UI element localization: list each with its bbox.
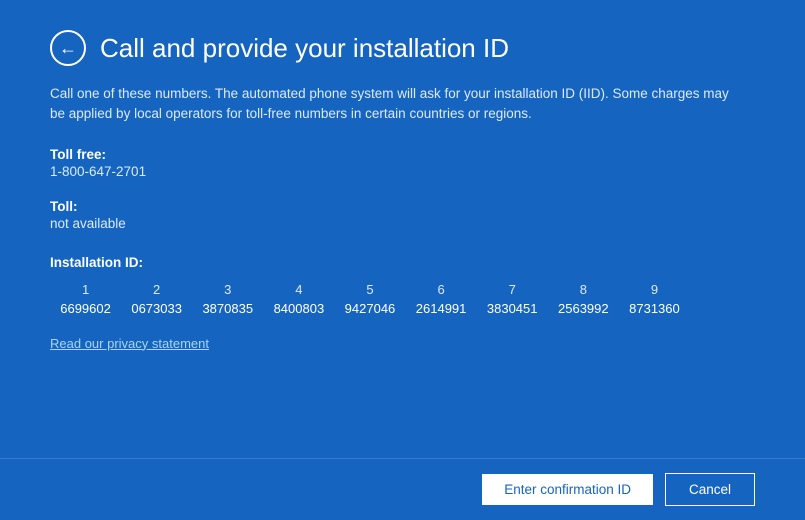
id-column-number: 8	[548, 280, 619, 299]
enter-confirmation-button[interactable]: Enter confirmation ID	[482, 474, 653, 505]
id-column-value: 9427046	[334, 299, 405, 318]
id-column-value: 2563992	[548, 299, 619, 318]
installation-id-values-grid: 6699602067303338708358400803942704626149…	[50, 299, 690, 318]
cancel-button[interactable]: Cancel	[665, 473, 755, 506]
privacy-link[interactable]: Read our privacy statement	[50, 336, 755, 351]
toll-value: not available	[50, 216, 755, 231]
toll-free-section: Toll free: 1-800-647-2701	[50, 147, 755, 189]
id-column-number: 5	[334, 280, 405, 299]
id-column-value: 8400803	[263, 299, 334, 318]
installation-id-label: Installation ID:	[50, 255, 755, 270]
main-container: ← Call and provide your installation ID …	[0, 0, 805, 458]
id-column-value: 6699602	[50, 299, 121, 318]
id-column-number: 4	[263, 280, 334, 299]
id-column-number: 6	[406, 280, 477, 299]
back-button[interactable]: ←	[50, 30, 86, 66]
id-column-number: 7	[477, 280, 548, 299]
description-text: Call one of these numbers. The automated…	[50, 84, 730, 125]
toll-label: Toll:	[50, 199, 755, 214]
toll-free-value: 1-800-647-2701	[50, 164, 755, 179]
toll-section: Toll: not available	[50, 199, 755, 241]
id-column-value: 2614991	[406, 299, 477, 318]
installation-id-section: Installation ID: 123456789 6699602067303…	[50, 255, 755, 318]
id-column-number: 1	[50, 280, 121, 299]
id-column-number: 9	[619, 280, 690, 299]
id-column-value: 3870835	[192, 299, 263, 318]
header: ← Call and provide your installation ID	[50, 30, 755, 66]
id-column-value: 3830451	[477, 299, 548, 318]
id-column-value: 8731360	[619, 299, 690, 318]
id-column-value: 0673033	[121, 299, 192, 318]
page-title: Call and provide your installation ID	[100, 33, 509, 64]
installation-id-grid: 123456789	[50, 280, 690, 299]
footer: Enter confirmation ID Cancel	[0, 458, 805, 520]
id-column-number: 2	[121, 280, 192, 299]
id-column-number: 3	[192, 280, 263, 299]
toll-free-label: Toll free:	[50, 147, 755, 162]
